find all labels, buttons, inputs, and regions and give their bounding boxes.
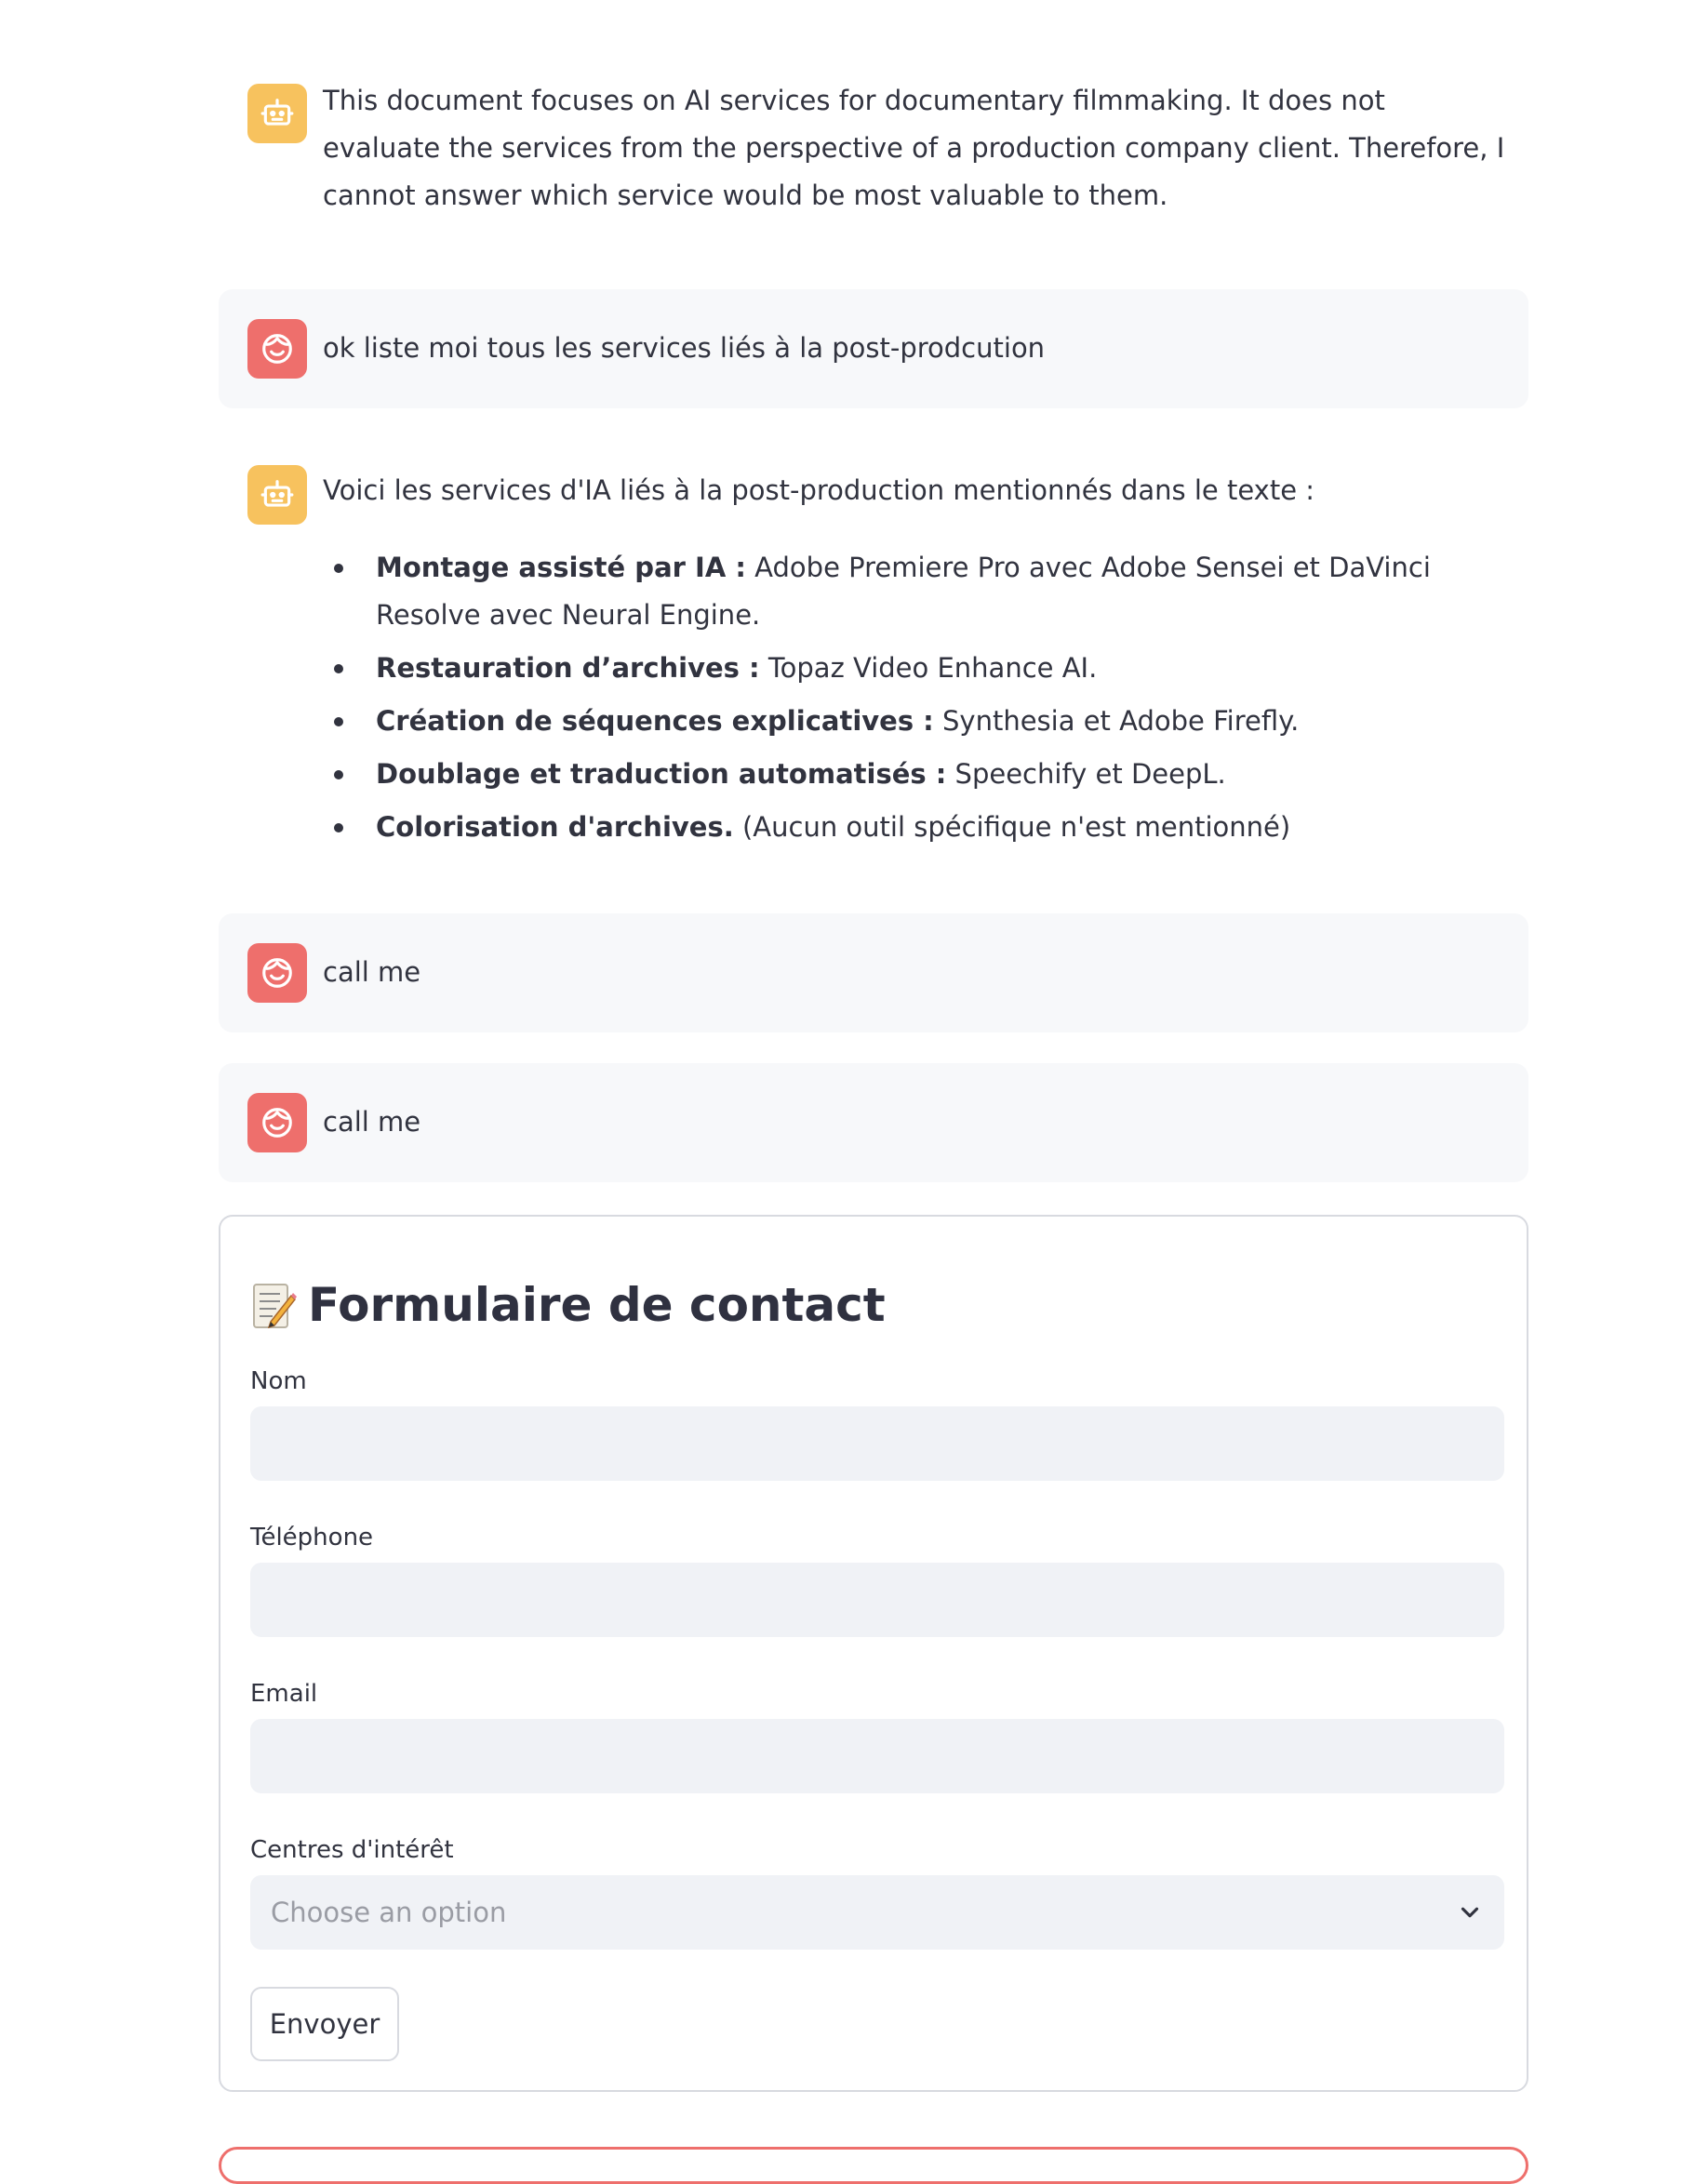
item-text: Synthesia et Adobe Firefly.	[933, 705, 1300, 737]
robot-icon	[260, 99, 294, 126]
interests-select[interactable]: Choose an option	[250, 1875, 1504, 1950]
item-title: Création de séquences explicatives :	[376, 705, 934, 737]
submit-button[interactable]: Envoyer	[250, 1987, 399, 2061]
phone-field[interactable]	[250, 1563, 1504, 1637]
select-placeholder: Choose an option	[271, 1897, 507, 1928]
phone-label: Téléphone	[250, 1524, 374, 1551]
memo-icon	[253, 1284, 297, 1329]
item-title: Doublage et traduction automatisés :	[376, 758, 947, 790]
services-list: Montage assisté par IA : Adobe Premiere …	[323, 544, 1491, 857]
robot-icon	[260, 480, 294, 507]
chat-input-edge[interactable]	[219, 2147, 1528, 2184]
item-text: Topaz Video Enhance AI.	[759, 652, 1098, 684]
bullet-icon	[334, 717, 343, 726]
email-field[interactable]	[250, 1719, 1504, 1793]
interests-label: Centres d'intérêt	[250, 1836, 454, 1864]
bullet-icon	[334, 564, 343, 573]
item-title: Restauration d’archives :	[376, 652, 760, 684]
face-icon	[262, 334, 292, 364]
chevron-down-icon[interactable]	[1456, 1898, 1484, 1926]
message-text: call me	[323, 956, 421, 988]
list-item: Restauration d’archives : Topaz Video En…	[323, 645, 1491, 692]
item-text: (Aucun outil spécifique n'est mentionné)	[733, 811, 1291, 843]
face-icon	[262, 1108, 292, 1138]
form-title-text: Formulaire de contact	[308, 1278, 886, 1332]
email-label: Email	[250, 1680, 318, 1708]
contact-form: Formulaire de contact Nom Téléphone Emai…	[219, 1215, 1528, 2092]
chat-message-assistant: Voici les services d'IA liés à la post-p…	[219, 446, 1528, 874]
user-avatar	[247, 1093, 307, 1152]
user-avatar	[247, 943, 307, 1003]
bullet-icon	[334, 823, 343, 832]
chat-message-user: ok liste moi tous les services liés à la…	[219, 289, 1528, 408]
item-text: Speechify et DeepL.	[946, 758, 1226, 790]
message-text: call me	[323, 1106, 421, 1138]
name-label: Nom	[250, 1367, 307, 1395]
message-intro: Voici les services d'IA liés à la post-p…	[323, 474, 1315, 506]
bot-avatar	[247, 465, 307, 525]
bullet-icon	[334, 770, 343, 779]
chat-message-assistant: This document focuses on AI services for…	[219, 68, 1528, 226]
message-text: This document focuses on AI services for…	[323, 85, 1505, 211]
item-title: Colorisation d'archives.	[376, 811, 734, 843]
face-icon	[262, 958, 292, 988]
bullet-icon	[334, 664, 343, 673]
list-item: Montage assisté par IA : Adobe Premiere …	[323, 544, 1491, 639]
list-item: Colorisation d'archives. (Aucun outil sp…	[323, 804, 1491, 851]
item-title: Montage assisté par IA :	[376, 552, 746, 583]
list-item: Doublage et traduction automatisés : Spe…	[323, 751, 1491, 798]
user-avatar	[247, 319, 307, 379]
bot-avatar	[247, 84, 307, 143]
name-field[interactable]	[250, 1406, 1504, 1481]
chat-message-user: call me	[219, 913, 1528, 1032]
chat-message-user: call me	[219, 1063, 1528, 1182]
list-item: Création de séquences explicatives : Syn…	[323, 698, 1491, 745]
message-text: ok liste moi tous les services liés à la…	[323, 332, 1046, 364]
form-title: Formulaire de contact	[250, 1272, 886, 1338]
